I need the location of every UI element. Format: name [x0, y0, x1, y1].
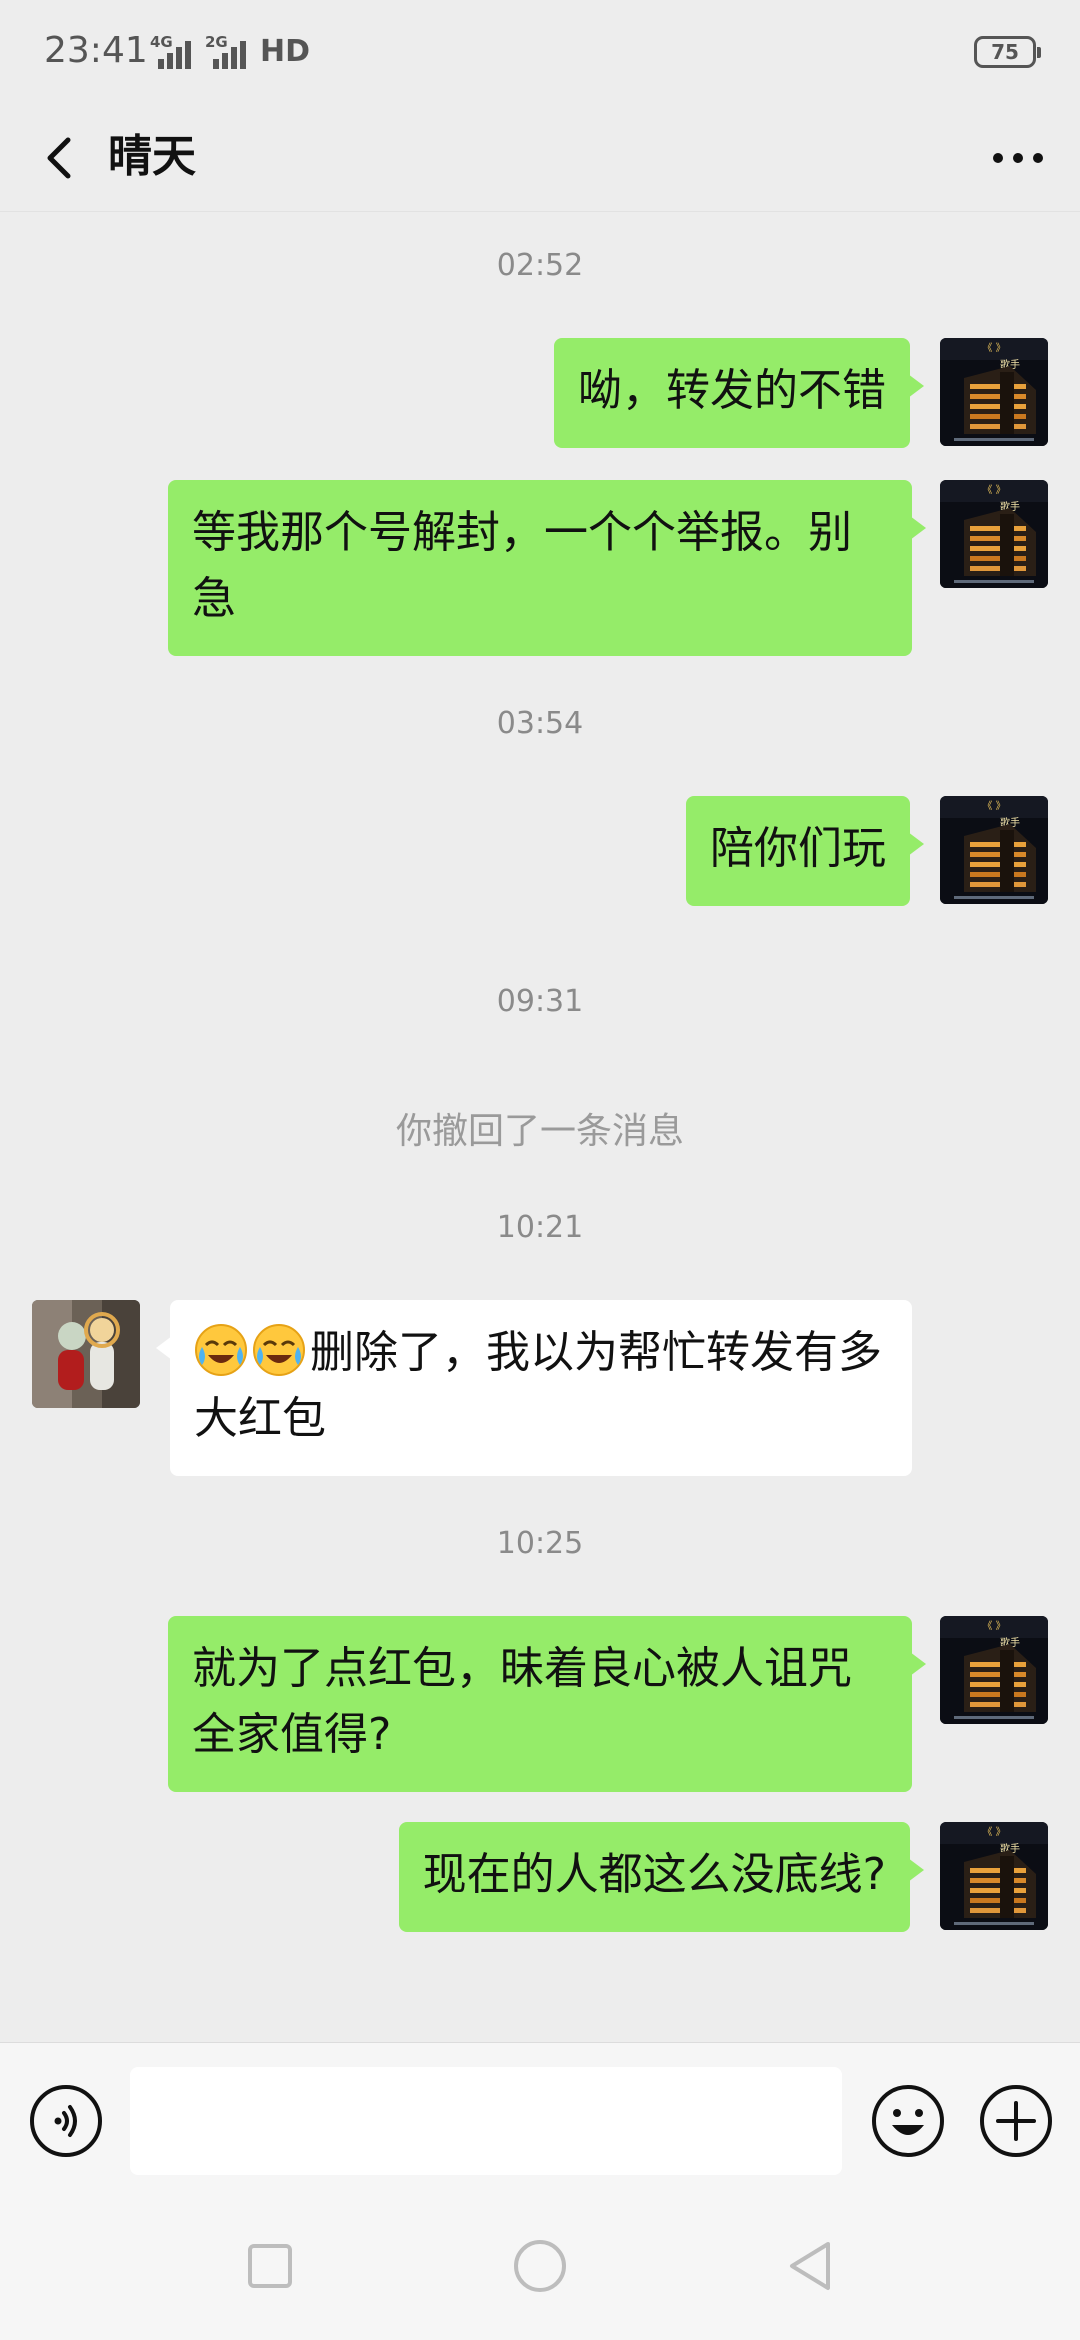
- network-indicators: 4G 2G HD: [150, 33, 311, 69]
- message-bubble-sent[interactable]: 陪你们玩: [686, 796, 924, 906]
- back-button[interactable]: [30, 126, 90, 190]
- message-bubble-sent[interactable]: 呦，转发的不错: [554, 338, 924, 448]
- timestamp: 02:52: [496, 248, 584, 283]
- avatar-image: [940, 480, 1048, 588]
- avatar-image: [940, 1616, 1048, 1724]
- signal-4g: 4G: [150, 33, 191, 69]
- more-functions-button[interactable]: [978, 2083, 1054, 2159]
- signal-2g: 2G: [205, 33, 246, 69]
- message-text: 等我那个号解封，一个个举报。别急: [192, 507, 852, 624]
- battery-icon: 75: [974, 36, 1041, 68]
- message-text: 呦，转发的不错: [578, 365, 886, 416]
- contact-avatar[interactable]: [32, 1300, 140, 1408]
- avatar-image: [940, 796, 1048, 904]
- my-avatar[interactable]: [940, 796, 1048, 904]
- message-text: 现在的人都这么没底线?: [422, 1849, 886, 1900]
- chat-header: 晴天: [0, 108, 1080, 212]
- my-avatar[interactable]: [940, 338, 1048, 446]
- recent-apps-button[interactable]: [240, 2236, 300, 2296]
- message-list[interactable]: 02:52 呦，转发的不错 等我那个号解封，一个个举报。别急 03:54 陪你们…: [0, 212, 1080, 2042]
- message-input[interactable]: [130, 2067, 842, 2175]
- message-bubble-sent[interactable]: 等我那个号解封，一个个举报。别急: [168, 480, 926, 656]
- message-text: 就为了点红包，昧着良心被人诅咒全家值得?: [192, 1643, 852, 1760]
- circle-icon: [514, 2240, 566, 2292]
- message-text: 陪你们玩: [710, 823, 886, 874]
- input-bar: [0, 2042, 1080, 2190]
- chevron-left-icon: [47, 137, 71, 179]
- network-label-1: 4G: [150, 33, 173, 51]
- avatar-image: [32, 1300, 140, 1408]
- chat-title: 晴天: [108, 131, 196, 182]
- voice-button[interactable]: [28, 2083, 104, 2159]
- more-options-button[interactable]: [986, 128, 1050, 188]
- my-avatar[interactable]: [940, 1616, 1048, 1724]
- crying-laughing-emoji-icon: [194, 1323, 248, 1377]
- smiley-icon: [872, 2085, 944, 2157]
- recall-notice: 你撤回了一条消息: [395, 1111, 684, 1152]
- timestamp: 03:54: [496, 706, 584, 741]
- avatar-image: [940, 338, 1048, 446]
- square-icon: [248, 2244, 292, 2288]
- home-button[interactable]: [510, 2236, 570, 2296]
- network-label-2: 2G: [205, 33, 228, 51]
- message-bubble-sent[interactable]: 现在的人都这么没底线?: [398, 1822, 925, 1932]
- hd-label: HD: [260, 34, 311, 69]
- status-bar: 23:41 4G 2G HD 75: [0, 0, 1080, 108]
- triangle-back-icon: [790, 2242, 830, 2290]
- plus-icon: [980, 2085, 1052, 2157]
- battery-level: 75: [991, 40, 1019, 64]
- timestamp: 09:31: [496, 984, 584, 1019]
- timestamp: 10:21: [496, 1210, 584, 1245]
- my-avatar[interactable]: [940, 1822, 1048, 1930]
- system-back-button[interactable]: [780, 2236, 840, 2296]
- voice-icon: [30, 2085, 102, 2157]
- system-navigation-bar: [0, 2190, 1080, 2340]
- my-avatar[interactable]: [940, 480, 1048, 588]
- timestamp: 10:25: [496, 1526, 584, 1561]
- more-dots-icon: [993, 153, 1043, 163]
- message-bubble-received[interactable]: 删除了，我以为帮忙转发有多大红包: [156, 1300, 912, 1476]
- emoji-button[interactable]: [870, 2083, 946, 2159]
- status-time: 23:41: [44, 30, 148, 71]
- avatar-image: [940, 1822, 1048, 1930]
- message-bubble-sent[interactable]: 就为了点红包，昧着良心被人诅咒全家值得?: [168, 1616, 926, 1792]
- crying-laughing-emoji-icon: [252, 1323, 306, 1377]
